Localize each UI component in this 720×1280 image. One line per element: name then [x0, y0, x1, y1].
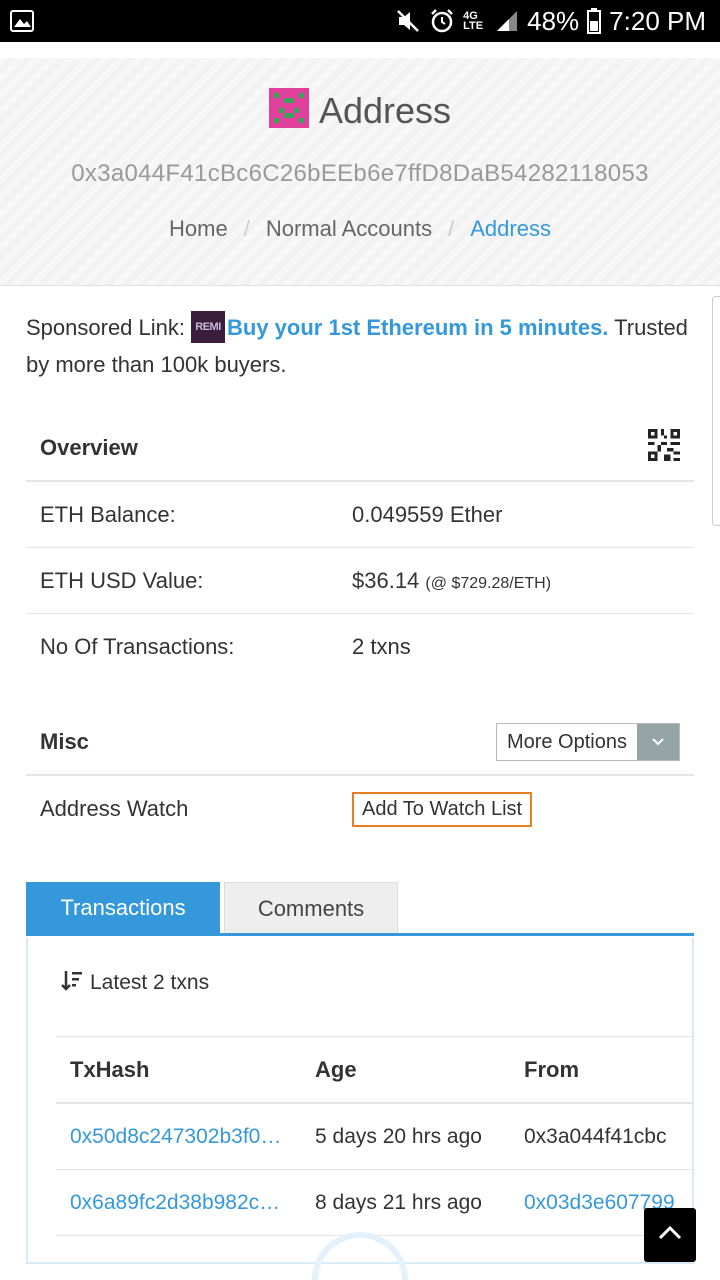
more-options-label[interactable]: More Options — [496, 724, 637, 760]
scroll-to-top-button[interactable] — [644, 1208, 696, 1262]
eth-usd-label: ETH USD Value: — [40, 567, 204, 593]
misc-section: Misc More Options Address Watch Add To W… — [26, 710, 694, 842]
breadcrumb-separator: / — [448, 216, 455, 241]
chevron-up-icon[interactable] — [657, 1225, 683, 1246]
sort-icon — [60, 968, 84, 998]
tab-transactions[interactable]: Transactions — [26, 882, 220, 933]
table-row: 0x6a89fc2d38b982c… 8 days 21 hrs ago 0x0… — [56, 1170, 692, 1236]
gallery-icon — [10, 10, 34, 32]
table-header: TxHash Age From — [56, 1036, 692, 1104]
eth-balance-row: ETH Balance: 0.049559 Ether — [26, 482, 694, 548]
eth-usd-value-wrap: $36.14 (@ $729.28/ETH) — [352, 568, 551, 594]
add-to-watch-list-button[interactable]: Add To Watch List — [352, 791, 533, 827]
eth-price-note: (@ $729.28/ETH) — [425, 574, 552, 592]
misc-heading: Misc — [40, 729, 89, 754]
col-txhash: TxHash — [70, 1056, 150, 1082]
more-options-button[interactable]: More Options — [495, 723, 680, 761]
overview-section: Overview ETH Balance: 0.049559 Ether ETH… — [26, 416, 694, 680]
eth-balance-value: 0.049559 Ether — [352, 501, 503, 527]
tx-age: 5 days 20 hrs ago — [315, 1124, 482, 1148]
table-row: 0x50d8c247302b3f0… 5 days 20 hrs ago 0x3… — [56, 1104, 692, 1170]
sponsored-link: Sponsored Link: REMI Buy your 1st Ethereum… — [26, 310, 706, 382]
latest-txns-label: Latest 2 txns — [90, 971, 210, 994]
latest-txns: Latest 2 txns — [60, 968, 209, 998]
battery-icon — [587, 8, 602, 34]
tx-from: 0x3a044f41cbc — [524, 1124, 667, 1148]
tx-hash-link[interactable]: 0x6a89fc2d38b982c… — [56, 1191, 315, 1215]
breadcrumb-home[interactable]: Home — [169, 216, 228, 242]
tx-count-row: No Of Transactions: 2 txns — [26, 614, 694, 680]
breadcrumb: Home / Normal Accounts / Address — [0, 216, 720, 242]
tab-comments[interactable]: Comments — [224, 882, 398, 933]
chevron-down-icon[interactable] — [637, 724, 679, 760]
tab-bar: Transactions Comments — [26, 882, 694, 936]
scroll-indicator — [712, 296, 720, 526]
eth-usd-value: $36.14 — [352, 567, 420, 593]
status-bar: 4G LTE 48% 7:20 PM — [0, 0, 720, 42]
mute-icon — [395, 8, 421, 34]
network-label: 4G LTE — [463, 10, 484, 32]
qr-code-icon[interactable] — [648, 429, 680, 467]
battery-percent: 48% — [527, 5, 580, 36]
eth-usd-row: ETH USD Value: $36.14 (@ $729.28/ETH) — [26, 548, 694, 614]
tx-count-value: 2 txns — [352, 634, 411, 659]
overview-heading: Overview — [40, 435, 138, 460]
page-title: Address — [318, 89, 452, 131]
col-age: Age — [315, 1056, 357, 1082]
col-from: From — [524, 1056, 579, 1082]
signal-icon — [495, 9, 519, 33]
clock: 7:20 PM — [609, 5, 706, 36]
alarm-icon — [429, 8, 455, 34]
breadcrumb-address: Address — [470, 216, 551, 241]
breadcrumb-normal-accounts[interactable]: Normal Accounts — [266, 216, 432, 242]
address-hash: 0x3a044F41cBc6C26bEEb6e7ffD8DaB542821180… — [71, 160, 649, 187]
address-watch-row: Address Watch Add To Watch List — [26, 776, 694, 842]
tx-hash-link[interactable]: 0x50d8c247302b3f0… — [56, 1125, 315, 1149]
page-header: Address 0x3a044F41cBc6C26bEEb6e7ffD8DaB5… — [0, 58, 720, 286]
sponsored-ad-link[interactable]: Buy your 1st Ethereum in 5 minutes. — [227, 315, 608, 340]
sponsored-label: Sponsored Link: — [26, 315, 185, 340]
address-watch-label: Address Watch — [40, 796, 189, 821]
transactions-table: TxHash Age From 0x50d8c247302b3f0… 5 day… — [56, 1036, 692, 1236]
remi-logo[interactable]: REMI — [191, 311, 225, 344]
address-identicon — [268, 88, 309, 133]
tx-count-label: No Of Transactions: — [40, 634, 235, 659]
transactions-panel: Latest 2 txns TxHash Age From 0x50d8c247… — [26, 938, 694, 1264]
breadcrumb-separator: / — [243, 216, 250, 241]
eth-balance-label: ETH Balance: — [40, 501, 176, 527]
tx-age: 8 days 21 hrs ago — [315, 1190, 482, 1214]
